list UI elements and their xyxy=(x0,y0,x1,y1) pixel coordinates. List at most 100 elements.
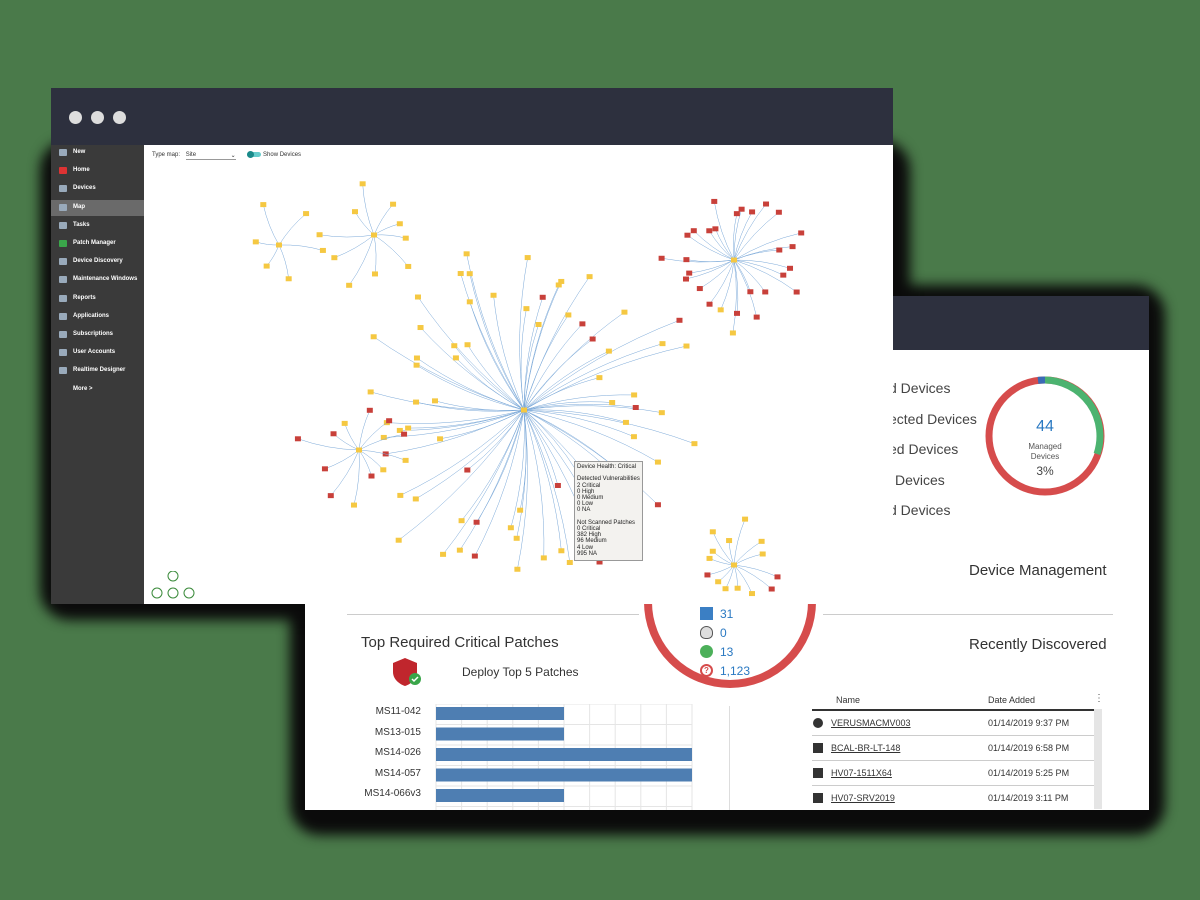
folder-node-icon[interactable] xyxy=(346,282,353,288)
windows-node-icon[interactable] xyxy=(733,211,740,217)
table-row[interactable]: HV07-SRV2019 01/14/2019 3:11 PM xyxy=(812,785,1102,810)
windows-node-icon[interactable] xyxy=(686,270,693,276)
folder-node-icon[interactable] xyxy=(371,271,378,277)
folder-node-icon[interactable] xyxy=(405,263,412,269)
windows-node-icon[interactable] xyxy=(327,493,334,499)
folder-node-icon[interactable] xyxy=(709,529,716,535)
windows-node-icon[interactable] xyxy=(747,289,754,295)
windows-node-icon[interactable] xyxy=(682,276,689,282)
window-dot-3[interactable] xyxy=(113,111,126,124)
sidebar-item-more[interactable]: More > xyxy=(51,382,144,398)
network-map[interactable] xyxy=(144,145,893,604)
windows-node-icon[interactable] xyxy=(579,321,586,327)
sidebar-item-devices[interactable]: Devices xyxy=(51,181,144,197)
windows-node-icon[interactable] xyxy=(676,317,683,323)
bar-ms14-066v3[interactable] xyxy=(436,789,564,802)
windows-node-icon[interactable] xyxy=(712,226,719,232)
folder-node-icon[interactable] xyxy=(396,221,403,227)
folder-node-icon[interactable] xyxy=(722,586,729,592)
folder-node-icon[interactable] xyxy=(731,562,737,568)
windows-node-icon[interactable] xyxy=(706,301,713,307)
table-row[interactable]: VERUSMACMV003 01/14/2019 9:37 PM xyxy=(812,710,1102,736)
folder-node-icon[interactable] xyxy=(691,441,698,447)
show-devices-toggle[interactable] xyxy=(247,151,262,158)
folder-node-icon[interactable] xyxy=(540,555,547,561)
folder-node-icon[interactable] xyxy=(706,555,713,561)
window-dot-2[interactable] xyxy=(91,111,104,124)
table-scrollbar[interactable] xyxy=(1094,709,1102,809)
folder-node-icon[interactable] xyxy=(370,334,377,340)
windows-node-icon[interactable] xyxy=(330,431,337,437)
bar-ms11-042[interactable] xyxy=(436,707,564,720)
device-name[interactable]: HV07-1511X64 xyxy=(831,768,892,778)
folder-node-icon[interactable] xyxy=(622,419,629,425)
windows-node-icon[interactable] xyxy=(768,586,775,592)
sidebar-item-home[interactable]: Home xyxy=(51,163,144,179)
folder-node-icon[interactable] xyxy=(654,459,661,465)
windows-node-icon[interactable] xyxy=(753,314,760,320)
folder-node-icon[interactable] xyxy=(457,271,464,277)
folder-node-icon[interactable] xyxy=(729,330,736,336)
bar-ms14-026[interactable] xyxy=(436,748,692,761)
folder-node-icon[interactable] xyxy=(586,274,593,280)
bar-ms13-015[interactable] xyxy=(436,727,564,741)
folder-node-icon[interactable] xyxy=(402,457,409,463)
windows-node-icon[interactable] xyxy=(321,466,328,472)
folder-node-icon[interactable] xyxy=(513,535,520,541)
windows-node-icon[interactable] xyxy=(774,574,781,580)
device-name[interactable]: HV07-SRV2019 xyxy=(831,793,895,803)
sidebar-item-maintenance-windows[interactable]: Maintenance Windows xyxy=(51,272,144,288)
folder-node-icon[interactable] xyxy=(742,516,749,522)
folder-node-icon[interactable] xyxy=(413,399,420,405)
windows-node-icon[interactable] xyxy=(368,473,375,479)
folder-node-icon[interactable] xyxy=(463,251,470,257)
folder-node-icon[interactable] xyxy=(341,420,348,426)
windows-node-icon[interactable] xyxy=(473,519,480,525)
sidebar-item-new[interactable]: New xyxy=(51,145,144,161)
folder-node-icon[interactable] xyxy=(331,255,338,261)
windows-node-icon[interactable] xyxy=(464,467,471,473)
folder-node-icon[interactable] xyxy=(514,566,521,572)
folder-node-icon[interactable] xyxy=(414,294,421,300)
folder-node-icon[interactable] xyxy=(412,496,419,502)
folder-node-icon[interactable] xyxy=(758,538,765,544)
bar-ms14-057[interactable] xyxy=(436,768,692,782)
folder-node-icon[interactable] xyxy=(558,548,565,554)
folder-node-icon[interactable] xyxy=(715,579,722,585)
windows-node-icon[interactable] xyxy=(763,201,770,207)
folder-node-icon[interactable] xyxy=(319,247,326,253)
folder-node-icon[interactable] xyxy=(658,410,665,416)
sidebar-item-realtime-designer[interactable]: Realtime Designer xyxy=(51,363,144,379)
folder-node-icon[interactable] xyxy=(351,209,358,215)
folder-node-icon[interactable] xyxy=(521,407,527,413)
windows-node-icon[interactable] xyxy=(401,431,408,437)
folder-node-icon[interactable] xyxy=(252,239,259,245)
col-name[interactable]: Name xyxy=(812,691,987,711)
sidebar-item-patch-manager[interactable]: Patch Manager xyxy=(51,236,144,252)
sidebar-item-subscriptions[interactable]: Subscriptions xyxy=(51,327,144,343)
folder-node-icon[interactable] xyxy=(749,591,756,597)
windows-node-icon[interactable] xyxy=(471,553,478,559)
table-row[interactable]: HV07-1511X64 01/14/2019 5:25 PM xyxy=(812,760,1102,786)
windows-node-icon[interactable] xyxy=(704,572,711,578)
sidebar-item-user-accounts[interactable]: User Accounts xyxy=(51,345,144,361)
windows-node-icon[interactable] xyxy=(589,336,596,342)
windows-node-icon[interactable] xyxy=(706,228,713,234)
folder-node-icon[interactable] xyxy=(759,551,766,557)
folder-node-icon[interactable] xyxy=(359,181,366,187)
folder-node-icon[interactable] xyxy=(431,398,438,404)
deploy-top-patches-button[interactable]: Deploy Top 5 Patches xyxy=(462,665,579,679)
folder-node-icon[interactable] xyxy=(458,518,465,524)
folder-node-icon[interactable] xyxy=(605,348,612,354)
windows-node-icon[interactable] xyxy=(696,286,703,292)
type-map-select[interactable]: Site ⌄ xyxy=(185,152,236,161)
folder-node-icon[interactable] xyxy=(609,400,616,406)
folder-node-icon[interactable] xyxy=(316,232,323,238)
windows-node-icon[interactable] xyxy=(366,407,373,413)
folder-node-icon[interactable] xyxy=(490,292,497,298)
window-dot-1[interactable] xyxy=(69,111,82,124)
folder-node-icon[interactable] xyxy=(523,306,530,312)
folder-node-icon[interactable] xyxy=(303,211,310,217)
folder-node-icon[interactable] xyxy=(683,343,690,349)
folder-node-icon[interactable] xyxy=(517,507,524,513)
